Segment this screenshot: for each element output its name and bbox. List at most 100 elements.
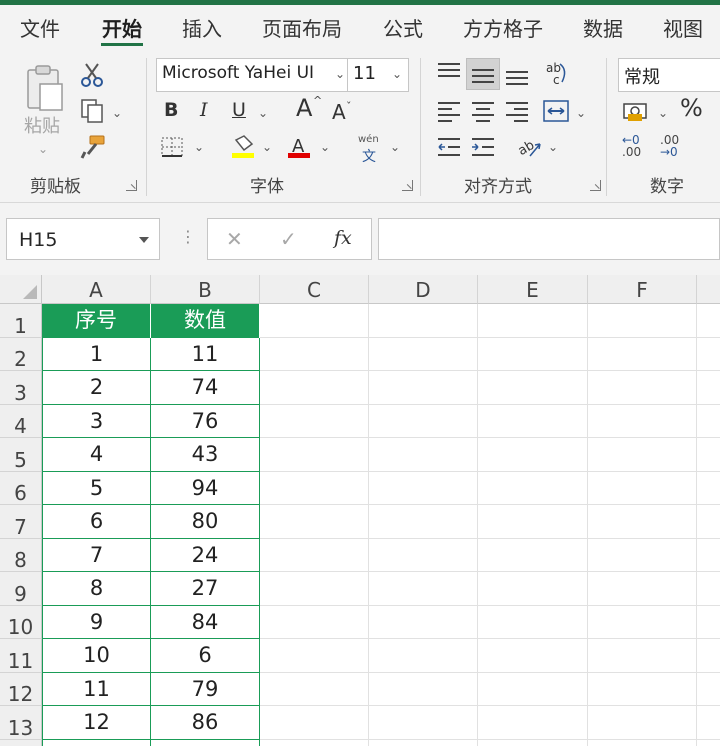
- phonetic-dropdown-icon[interactable]: ⌄: [390, 140, 400, 154]
- cell-a13[interactable]: 12: [42, 706, 151, 740]
- cell-f12[interactable]: [588, 672, 697, 706]
- cell-f8[interactable]: [588, 538, 697, 572]
- cell-f6[interactable]: [588, 471, 697, 505]
- row-header[interactable]: 11: [0, 639, 42, 673]
- cell-b3[interactable]: 74: [151, 371, 260, 405]
- cell-f2[interactable]: [588, 337, 697, 371]
- decrease-decimal-button[interactable]: .00 →0: [660, 134, 679, 158]
- clipboard-launcher-icon[interactable]: [126, 180, 137, 191]
- cell-e13[interactable]: [478, 706, 588, 740]
- cell-c5[interactable]: [260, 438, 369, 472]
- cell-g9[interactable]: [697, 572, 720, 606]
- cell-a10[interactable]: 9: [42, 605, 151, 639]
- formula-input[interactable]: [378, 218, 720, 260]
- bold-button[interactable]: B: [164, 100, 178, 120]
- shrink-font-button[interactable]: A: [332, 102, 346, 122]
- row-header[interactable]: [0, 739, 42, 746]
- row-header[interactable]: 13: [0, 706, 42, 740]
- cell-f3[interactable]: [588, 371, 697, 405]
- cell-f14[interactable]: [588, 739, 697, 746]
- cell-g8[interactable]: [697, 539, 720, 572]
- cell-f7[interactable]: [588, 505, 697, 539]
- cell-e12[interactable]: [478, 672, 588, 706]
- cell-g13[interactable]: [697, 706, 720, 740]
- cell-b8[interactable]: 24: [151, 538, 260, 572]
- cell-e8[interactable]: [478, 538, 588, 572]
- cell-a11[interactable]: 10: [42, 639, 151, 673]
- name-box[interactable]: H15: [6, 218, 160, 260]
- cell-a5[interactable]: 4: [42, 438, 151, 472]
- column-header-f[interactable]: F: [588, 275, 697, 304]
- row-header[interactable]: 7: [0, 505, 42, 539]
- increase-indent-icon[interactable]: [470, 136, 496, 158]
- cell-a6[interactable]: 5: [42, 471, 151, 505]
- cell-c9[interactable]: [260, 572, 369, 606]
- cell-g12[interactable]: [697, 673, 720, 706]
- cell-e7[interactable]: [478, 505, 588, 539]
- number-format-select[interactable]: 常规: [618, 58, 720, 92]
- cell-b2[interactable]: 11: [151, 337, 260, 371]
- cell-f9[interactable]: [588, 572, 697, 606]
- column-header-a[interactable]: A: [42, 275, 151, 304]
- tab-data[interactable]: 数据: [583, 13, 623, 42]
- cell-a1[interactable]: 序号: [42, 304, 151, 338]
- cell-d3[interactable]: [369, 371, 478, 405]
- cell-d10[interactable]: [369, 605, 478, 639]
- tab-formulas[interactable]: 公式: [383, 13, 423, 42]
- align-left-icon[interactable]: [436, 100, 462, 122]
- cell-f11[interactable]: [588, 639, 697, 673]
- tab-home[interactable]: 开始: [102, 13, 142, 42]
- cell-b10[interactable]: 84: [151, 605, 260, 639]
- enter-icon[interactable]: ✓: [280, 227, 297, 251]
- font-color-dropdown-icon[interactable]: ⌄: [320, 140, 330, 154]
- font-name-select[interactable]: Microsoft YaHei UI ⌄: [156, 58, 348, 92]
- cell-c13[interactable]: [260, 706, 369, 740]
- cell-b6[interactable]: 94: [151, 471, 260, 505]
- border-dropdown-icon[interactable]: ⌄: [194, 140, 204, 154]
- cell-a8[interactable]: 7: [42, 538, 151, 572]
- cell-g5[interactable]: [697, 438, 720, 472]
- underline-dropdown-icon[interactable]: ⌄: [258, 106, 268, 120]
- cell-g10[interactable]: [697, 606, 720, 639]
- cell-c4[interactable]: [260, 404, 369, 438]
- tab-page-layout[interactable]: 页面布局: [262, 13, 342, 42]
- cell-d7[interactable]: [369, 505, 478, 539]
- row-header[interactable]: 9: [0, 572, 42, 606]
- cell-c8[interactable]: [260, 538, 369, 572]
- grow-font-button[interactable]: A: [296, 96, 312, 120]
- align-right-icon[interactable]: [504, 100, 530, 122]
- cell-e11[interactable]: [478, 639, 588, 673]
- cell-a9[interactable]: 8: [42, 572, 151, 606]
- cell-g11[interactable]: [697, 639, 720, 673]
- cell-e14[interactable]: [478, 739, 588, 746]
- cell-a14[interactable]: [42, 739, 151, 746]
- paste-button[interactable]: 粘贴 ⌄: [22, 64, 66, 164]
- cell-d4[interactable]: [369, 404, 478, 438]
- cell-a4[interactable]: 3: [42, 404, 151, 438]
- select-all-corner[interactable]: [0, 275, 42, 304]
- fill-color-dropdown-icon[interactable]: ⌄: [262, 140, 272, 154]
- cancel-icon[interactable]: ✕: [226, 227, 243, 251]
- row-header[interactable]: 8: [0, 538, 42, 572]
- cell-e5[interactable]: [478, 438, 588, 472]
- cell-d14[interactable]: [369, 739, 478, 746]
- cell-d11[interactable]: [369, 639, 478, 673]
- column-header-e[interactable]: E: [478, 275, 588, 304]
- cell-d8[interactable]: [369, 538, 478, 572]
- cell-e2[interactable]: [478, 337, 588, 371]
- cell-c11[interactable]: [260, 639, 369, 673]
- tab-view[interactable]: 视图: [663, 13, 703, 42]
- cell-d9[interactable]: [369, 572, 478, 606]
- cell-a3[interactable]: 2: [42, 371, 151, 405]
- phonetic-bottom[interactable]: 文: [362, 146, 376, 166]
- underline-button[interactable]: U: [232, 100, 246, 120]
- cell-g2[interactable]: [697, 338, 720, 371]
- cell-c6[interactable]: [260, 471, 369, 505]
- cell-b5[interactable]: 43: [151, 438, 260, 472]
- column-header-c[interactable]: C: [260, 275, 369, 304]
- cell-c14[interactable]: [260, 739, 369, 746]
- merge-center-icon[interactable]: [542, 98, 570, 124]
- cell-f13[interactable]: [588, 706, 697, 740]
- cell-d13[interactable]: [369, 706, 478, 740]
- merge-dropdown-icon[interactable]: ⌄: [576, 106, 586, 120]
